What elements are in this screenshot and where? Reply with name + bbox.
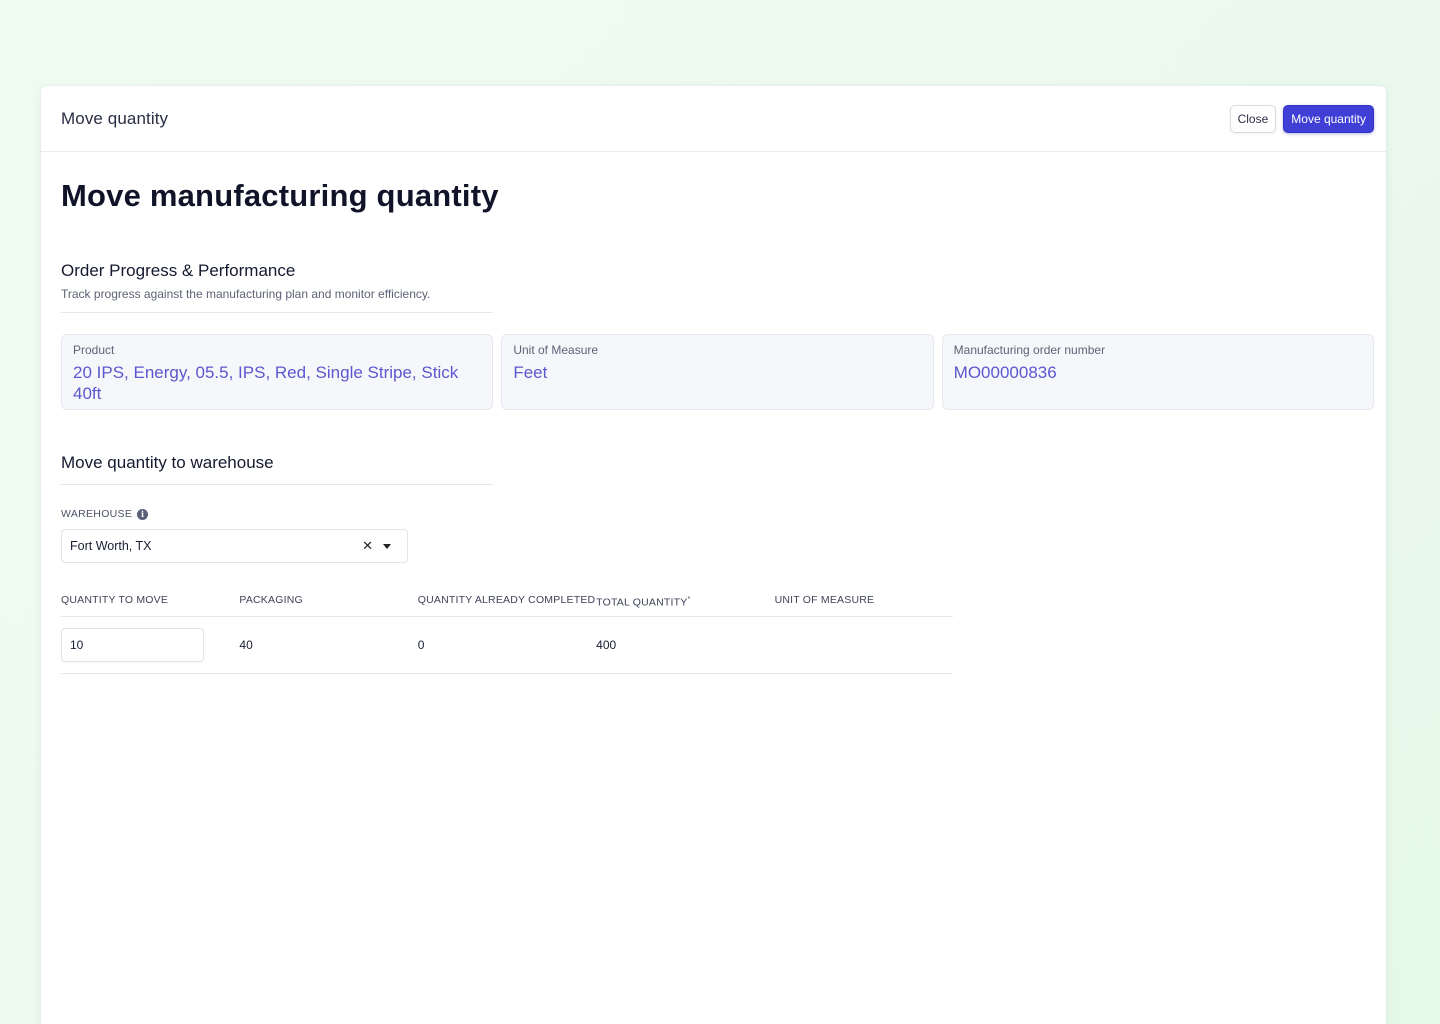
product-card: Product 20 IPS, Energy, 05.5, IPS, Red, … <box>61 334 494 410</box>
chevron-down-icon[interactable] <box>383 543 391 549</box>
header-actions: Close Move quantity <box>1229 104 1374 133</box>
column-header-quantity-already-completed: QUANTITY ALREADY COMPLETED <box>417 594 596 606</box>
move-quantity-dialog: Move quantity Close Move quantity Move m… <box>41 86 1386 1024</box>
section-title: Order Progress & Performance <box>61 261 296 280</box>
table-header: QUANTITY TO MOVE PACKAGING QUANTITY ALRE… <box>61 591 953 617</box>
dialog-content: Move manufacturing quantity Order Progre… <box>41 178 1386 674</box>
required-marker: * <box>687 596 691 603</box>
column-header-packaging: PACKAGING <box>239 594 303 606</box>
total-quantity-cell: 400 <box>596 638 617 652</box>
warehouse-select-value: Fort Worth, TX <box>70 539 152 553</box>
table-row: 40 0 400 <box>61 617 953 674</box>
unit-of-measure-card: Unit of Measure Feet <box>501 334 934 410</box>
move-quantity-button[interactable]: Move quantity <box>1283 104 1374 133</box>
info-icon[interactable]: i <box>137 508 149 520</box>
order-progress-section: Order Progress & Performance Track progr… <box>61 261 493 313</box>
column-header-total-quantity: TOTAL QUANTITY* <box>596 591 774 616</box>
dialog-title: Move quantity <box>61 108 169 128</box>
packaging-cell: 40 <box>239 638 253 652</box>
column-header-quantity-to-move: QUANTITY TO MOVE <box>61 594 169 606</box>
dialog-header: Move quantity Close Move quantity <box>41 86 1386 152</box>
order-number-label: Manufacturing order number <box>953 343 1106 357</box>
order-number-card: Manufacturing order number MO00000836 <box>941 334 1374 410</box>
quantity-to-move-input[interactable] <box>61 628 204 662</box>
move-quantity-table: QUANTITY TO MOVE PACKAGING QUANTITY ALRE… <box>61 591 953 674</box>
column-header-unit-of-measure: UNIT OF MEASURE <box>774 594 875 606</box>
product-value: 20 IPS, Energy, 05.5, IPS, Red, Single S… <box>73 363 459 403</box>
clear-icon[interactable]: ✕ <box>362 538 373 554</box>
section-title: Move quantity to warehouse <box>61 453 274 472</box>
order-number-value: MO00000836 <box>953 363 1057 382</box>
quantity-to-move-cell <box>61 628 239 662</box>
total-quantity-header-label: TOTAL QUANTITY <box>596 596 688 609</box>
product-label: Product <box>73 343 115 357</box>
quantity-already-completed-cell: 0 <box>417 638 425 652</box>
page-title: Move manufacturing quantity <box>61 178 499 213</box>
unit-of-measure-label: Unit of Measure <box>513 343 599 357</box>
unit-of-measure-value: Feet <box>513 363 548 382</box>
section-description: Track progress against the manufacturing… <box>61 287 431 301</box>
warehouse-label: WAREHOUSE <box>61 508 133 520</box>
close-button[interactable]: Close <box>1229 104 1277 133</box>
info-cards: Product 20 IPS, Energy, 05.5, IPS, Red, … <box>61 334 1374 410</box>
move-to-warehouse-section: Move quantity to warehouse <box>61 453 493 485</box>
warehouse-field-label: WAREHOUSE i <box>61 508 1366 520</box>
warehouse-select[interactable]: Fort Worth, TX ✕ <box>61 529 408 563</box>
